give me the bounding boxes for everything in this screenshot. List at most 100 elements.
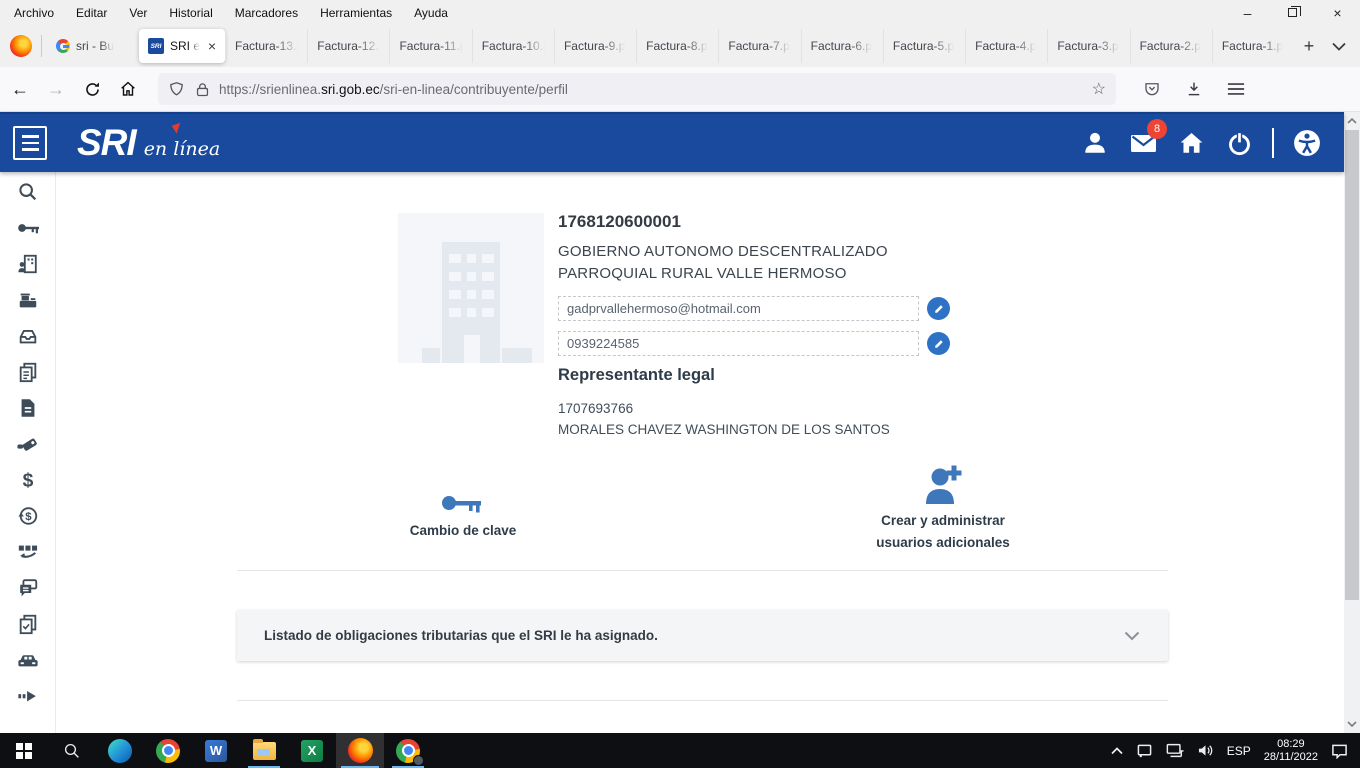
sidebar-item-certificados[interactable]: [16, 613, 40, 635]
windows-taskbar: W X ESP 08:29 28/11/2022: [0, 733, 1360, 768]
close-button[interactable]: ×: [1315, 0, 1360, 25]
home-button[interactable]: [112, 73, 144, 105]
app-menu-button[interactable]: [1220, 73, 1252, 105]
restore-button[interactable]: [1270, 0, 1315, 25]
menu-herramientas[interactable]: Herramientas: [320, 6, 392, 20]
hamburger-icon: [1227, 82, 1245, 96]
home-portal-button[interactable]: [1176, 128, 1206, 158]
taskbar-word-button[interactable]: W: [192, 733, 240, 768]
user-profile-button[interactable]: [1080, 128, 1110, 158]
sidebar-item-search[interactable]: [16, 181, 40, 203]
scroll-down-arrow[interactable]: [1344, 716, 1360, 732]
taskbar-edge-button[interactable]: [96, 733, 144, 768]
section-divider: [237, 700, 1168, 701]
tab-factura-4[interactable]: Factura-4.p: [965, 29, 1047, 63]
tab-close-icon[interactable]: ×: [202, 38, 216, 54]
reload-button[interactable]: [76, 73, 108, 105]
email-field[interactable]: [558, 296, 919, 321]
downloads-button[interactable]: [1178, 73, 1210, 105]
tray-expand-button[interactable]: [1111, 747, 1123, 755]
address-bar[interactable]: https://srienlinea.sri.gob.ec/sri-en-lin…: [158, 73, 1116, 105]
tab-sri-active[interactable]: SRI SRI e ×: [139, 29, 225, 63]
screen-cast-icon[interactable]: [1136, 743, 1153, 758]
annex-boxes-icon: [16, 541, 40, 563]
sidebar-item-tramites[interactable]: [16, 325, 40, 347]
sri-sidebar: $ $: [0, 172, 56, 733]
network-icon[interactable]: [1166, 743, 1184, 758]
tab-factura-6[interactable]: Factura-6.p: [801, 29, 883, 63]
documents-copy-icon: [17, 361, 39, 383]
sri-header-icons: 8: [1080, 128, 1322, 158]
sidebar-item-vehiculos[interactable]: [16, 649, 40, 671]
tab-factura-11[interactable]: Factura-11.p: [389, 29, 471, 63]
tab-factura-12[interactable]: Factura-12.p: [307, 29, 389, 63]
taskbar-excel-button[interactable]: X: [288, 733, 336, 768]
sidebar-item-facturacion[interactable]: [16, 289, 40, 311]
tab-factura-13[interactable]: Factura-13.p: [225, 29, 307, 63]
menu-marcadores[interactable]: Marcadores: [235, 6, 298, 20]
change-password-action[interactable]: Cambio de clave: [383, 472, 543, 542]
sidebar-item-etiquetas[interactable]: [16, 433, 40, 455]
sidebar-item-anexos[interactable]: [16, 541, 40, 563]
sidebar-item-mas[interactable]: [16, 685, 40, 707]
sidebar-item-devoluciones[interactable]: $: [16, 505, 40, 527]
tab-factura-7[interactable]: Factura-7.p: [718, 29, 800, 63]
minimize-button[interactable]: –: [1225, 0, 1270, 25]
restore-icon: [1288, 8, 1297, 17]
menu-historial[interactable]: Historial: [169, 6, 212, 20]
legal-representative-title: Representante legal: [558, 366, 715, 385]
forward-button[interactable]: →: [40, 73, 72, 105]
legal-representative-id: 1707693766: [558, 401, 633, 416]
volume-icon[interactable]: [1197, 743, 1214, 758]
sidebar-item-comprobantes[interactable]: [16, 361, 40, 383]
taskbar-search-button[interactable]: [48, 733, 96, 768]
tab-factura-9[interactable]: Factura-9.p: [554, 29, 636, 63]
action-center-button[interactable]: [1331, 743, 1348, 759]
sidebar-item-declaraciones[interactable]: [16, 397, 40, 419]
tab-factura-2[interactable]: Factura-2.p: [1130, 29, 1212, 63]
page-scrollbar[interactable]: [1344, 112, 1360, 733]
taskbar-clock[interactable]: 08:29 28/11/2022: [1264, 738, 1318, 764]
ruc-number: 1768120600001: [558, 212, 681, 232]
tab-factura-10[interactable]: Factura-10.p: [472, 29, 554, 63]
sidebar-item-ruc[interactable]: [16, 253, 40, 275]
svg-text:$: $: [22, 470, 33, 491]
url-text: https://srienlinea.sri.gob.ec/sri-en-lin…: [219, 82, 1084, 97]
tab-factura-8[interactable]: Factura-8.p: [636, 29, 718, 63]
phone-field[interactable]: [558, 331, 919, 356]
scroll-up-arrow[interactable]: [1344, 113, 1360, 129]
tab-factura-5[interactable]: Factura-5.p: [883, 29, 965, 63]
tab-google-search[interactable]: sri - Bu: [47, 29, 139, 63]
start-button[interactable]: [0, 733, 48, 768]
list-all-tabs-button[interactable]: [1324, 31, 1354, 61]
sri-menu-button[interactable]: [13, 126, 47, 160]
menu-archivo[interactable]: Archivo: [14, 6, 54, 20]
taskbar-chrome-profile-button[interactable]: [384, 733, 432, 768]
sidebar-item-pagos[interactable]: $: [16, 469, 40, 491]
sidebar-item-clave[interactable]: [16, 217, 40, 239]
manage-additional-users-action[interactable]: Crear y administrar usuarios adicionales: [858, 462, 1028, 554]
back-button[interactable]: ←: [4, 73, 36, 105]
taskbar-firefox-button[interactable]: [336, 733, 384, 768]
messages-button[interactable]: 8: [1128, 128, 1158, 158]
scrollbar-thumb[interactable]: [1345, 130, 1359, 600]
pocket-button[interactable]: [1136, 73, 1168, 105]
edit-email-button[interactable]: [927, 297, 950, 320]
taskbar-chrome-button[interactable]: [144, 733, 192, 768]
tab-factura-1[interactable]: Factura-1.p: [1212, 29, 1294, 63]
menu-ver[interactable]: Ver: [129, 6, 147, 20]
edit-phone-button[interactable]: [927, 332, 950, 355]
menu-editar[interactable]: Editar: [76, 6, 107, 20]
language-indicator[interactable]: ESP: [1227, 744, 1251, 758]
firefox-view-button[interactable]: [6, 31, 36, 61]
tab-factura-3[interactable]: Factura-3.p: [1047, 29, 1129, 63]
tax-obligations-accordion[interactable]: Listado de obligaciones tributarias que …: [237, 610, 1168, 661]
logout-button[interactable]: [1224, 128, 1254, 158]
sidebar-item-buzon[interactable]: [16, 577, 40, 599]
taskbar-explorer-button[interactable]: [240, 733, 288, 768]
sri-logo[interactable]: SRI en línea: [77, 122, 220, 164]
accessibility-button[interactable]: [1292, 128, 1322, 158]
new-tab-button[interactable]: +: [1294, 31, 1324, 61]
bookmark-star-icon[interactable]: ☆: [1092, 79, 1106, 99]
menu-ayuda[interactable]: Ayuda: [414, 6, 448, 20]
